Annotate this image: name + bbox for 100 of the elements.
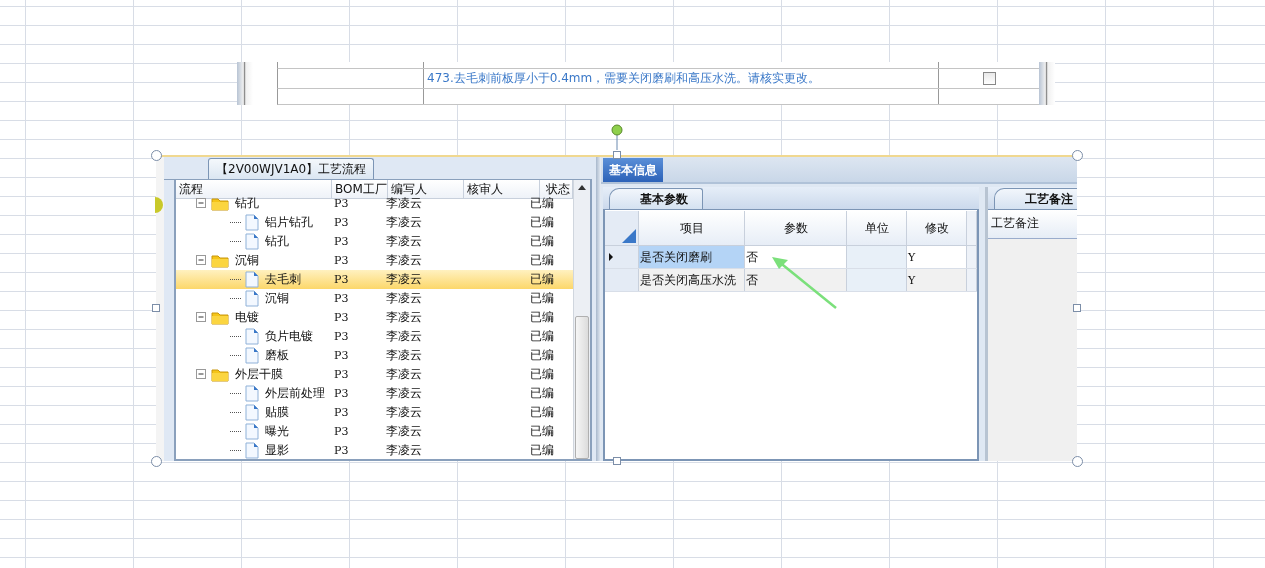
table-cell-text: 李凌云 xyxy=(385,214,423,231)
tree-row[interactable]: 沉铜 P3 李凌云 已编 xyxy=(176,289,573,308)
table-cell-text: 已编 xyxy=(529,290,555,307)
table-cell-text: 李凌云 xyxy=(385,233,423,250)
table-cell-text: 李凌云 xyxy=(385,328,423,345)
table-cell-text: 已编 xyxy=(529,423,555,440)
table-cell-text: 李凌云 xyxy=(385,385,423,402)
tree-row[interactable]: 钻孔 P3 李凌云 已编 xyxy=(176,232,573,251)
table-cell-text: 李凌云 xyxy=(385,252,423,269)
tree-item-label: 钻孔 xyxy=(234,195,260,212)
collapse-icon[interactable] xyxy=(196,312,207,323)
tree-row[interactable]: 贴膜 P3 李凌云 已编 xyxy=(176,403,573,422)
table-cell-text: 李凌云 xyxy=(385,404,423,421)
document-icon xyxy=(245,347,259,364)
document-icon xyxy=(245,328,259,345)
column-header[interactable]: 编写人 xyxy=(388,180,464,198)
table-cell-text: P3 xyxy=(333,253,350,269)
collapse-icon[interactable] xyxy=(196,198,207,209)
tree-row[interactable]: 铝片钻孔 P3 李凌云 已编 xyxy=(176,213,573,232)
tree-item-label: 钻孔 xyxy=(264,233,290,250)
document-icon xyxy=(245,271,259,288)
tree-row[interactable]: 磨板 P3 李凌云 已编 xyxy=(176,346,573,365)
column-header[interactable]: 参数 xyxy=(745,211,847,246)
table-cell-text: 已编 xyxy=(529,214,555,231)
folder-icon xyxy=(211,367,229,382)
table-cell-text: P3 xyxy=(333,329,350,345)
table-cell-text: 已编 xyxy=(529,252,555,269)
table-cell-text: P3 xyxy=(333,272,350,288)
collapse-icon[interactable] xyxy=(196,255,207,266)
column-header[interactable]: BOM工厂 xyxy=(332,180,388,198)
tree-row[interactable]: 电镀 P3 李凌云 已编 xyxy=(176,308,573,327)
table-cell-text: P3 xyxy=(333,196,350,212)
tree-row[interactable]: 外层干膜 P3 李凌云 已编 xyxy=(176,365,573,384)
table-cell-text: 已编 xyxy=(529,385,555,402)
tree-row[interactable]: 负片电镀 P3 李凌云 已编 xyxy=(176,327,573,346)
table-cell-text: 李凌云 xyxy=(385,271,423,288)
tree-item-label: 沉铜 xyxy=(264,290,290,307)
resize-handle[interactable] xyxy=(1072,456,1083,467)
table-cell-text: P3 xyxy=(333,443,350,459)
table-cell-text: 已编 xyxy=(529,195,555,212)
tab[interactable]: 基本信息 xyxy=(603,158,663,182)
table-cell-text: 已编 xyxy=(529,404,555,421)
document-icon xyxy=(245,233,259,250)
row-pointer-icon xyxy=(609,253,613,261)
tree-item-label: 显影 xyxy=(264,442,290,459)
document-icon xyxy=(245,214,259,231)
table-cell-text: P3 xyxy=(333,215,350,231)
note-text: 473.去毛刺前板厚小于0.4mm，需要关闭磨刷和高压水洗。请核实更改。 xyxy=(423,68,938,88)
resize-handle[interactable] xyxy=(1073,304,1081,312)
tree-row[interactable]: 显影 P3 李凌云 已编 xyxy=(176,441,573,459)
folder-icon xyxy=(211,196,229,211)
tab[interactable]: 工艺备注 xyxy=(994,188,1077,209)
document-icon xyxy=(245,423,259,440)
tree-item-label: 负片电镀 xyxy=(264,328,314,345)
collapse-icon[interactable] xyxy=(196,369,207,380)
table-cell[interactable]: 是否关闭高压水洗 xyxy=(639,269,745,291)
row-header[interactable] xyxy=(605,246,639,268)
table-cell-text: P3 xyxy=(333,348,350,364)
tree-item-label: 磨板 xyxy=(264,347,290,364)
resize-handle[interactable] xyxy=(613,457,621,465)
table-cell-text: P3 xyxy=(333,291,350,307)
table-cell-text: P3 xyxy=(333,424,350,440)
table-cell[interactable]: 是否关闭磨刷 xyxy=(639,246,745,268)
rotate-handle[interactable] xyxy=(611,124,623,150)
table-cell-text: 已编 xyxy=(529,309,555,326)
document-icon xyxy=(245,290,259,307)
tree-item-label: 铝片钻孔 xyxy=(264,214,314,231)
header-filler xyxy=(967,211,977,246)
tree-item-label: 贴膜 xyxy=(264,404,290,421)
document-icon xyxy=(245,404,259,421)
scrollbar[interactable] xyxy=(573,180,590,459)
resize-handle[interactable] xyxy=(613,151,621,159)
tree-item-label: 沉铜 xyxy=(234,252,260,269)
tree-item-label: 去毛刺 xyxy=(264,271,302,288)
tree-row[interactable]: 外层前处理 P3 李凌云 已编 xyxy=(176,384,573,403)
tab[interactable]: 基本参数 xyxy=(609,188,703,209)
table-cell-text: 李凌云 xyxy=(385,309,423,326)
tree-row[interactable]: 曝光 P3 李凌云 已编 xyxy=(176,422,573,441)
window-edge xyxy=(237,62,253,105)
table-cell[interactable] xyxy=(847,269,907,291)
table-cell-text: 已编 xyxy=(529,271,555,288)
resize-handle[interactable] xyxy=(151,150,162,161)
table-cell-text: 已编 xyxy=(529,347,555,364)
tree-row[interactable]: 沉铜 P3 李凌云 已编 xyxy=(176,251,573,270)
folder-icon xyxy=(211,310,229,325)
table-cell-text: P3 xyxy=(333,386,350,402)
tree-item-label: 外层干膜 xyxy=(234,366,284,383)
row-filler xyxy=(967,246,977,268)
column-header[interactable]: 核审人 xyxy=(464,180,540,198)
folder-icon xyxy=(211,253,229,268)
resize-handle[interactable] xyxy=(152,304,160,312)
resize-handle[interactable] xyxy=(151,456,162,467)
checkbox[interactable] xyxy=(982,71,996,85)
tree-item-label: 外层前处理 xyxy=(264,385,326,402)
table-cell[interactable] xyxy=(847,246,907,268)
resize-handle[interactable] xyxy=(1072,150,1083,161)
table-cell-text: P3 xyxy=(333,405,350,421)
panel-title: 【2V00WJV1A0】工艺流程 xyxy=(208,158,375,179)
tree-row[interactable]: 去毛刺 P3 李凌云 已编 xyxy=(176,270,573,289)
tree-item-label: 电镀 xyxy=(234,309,260,326)
